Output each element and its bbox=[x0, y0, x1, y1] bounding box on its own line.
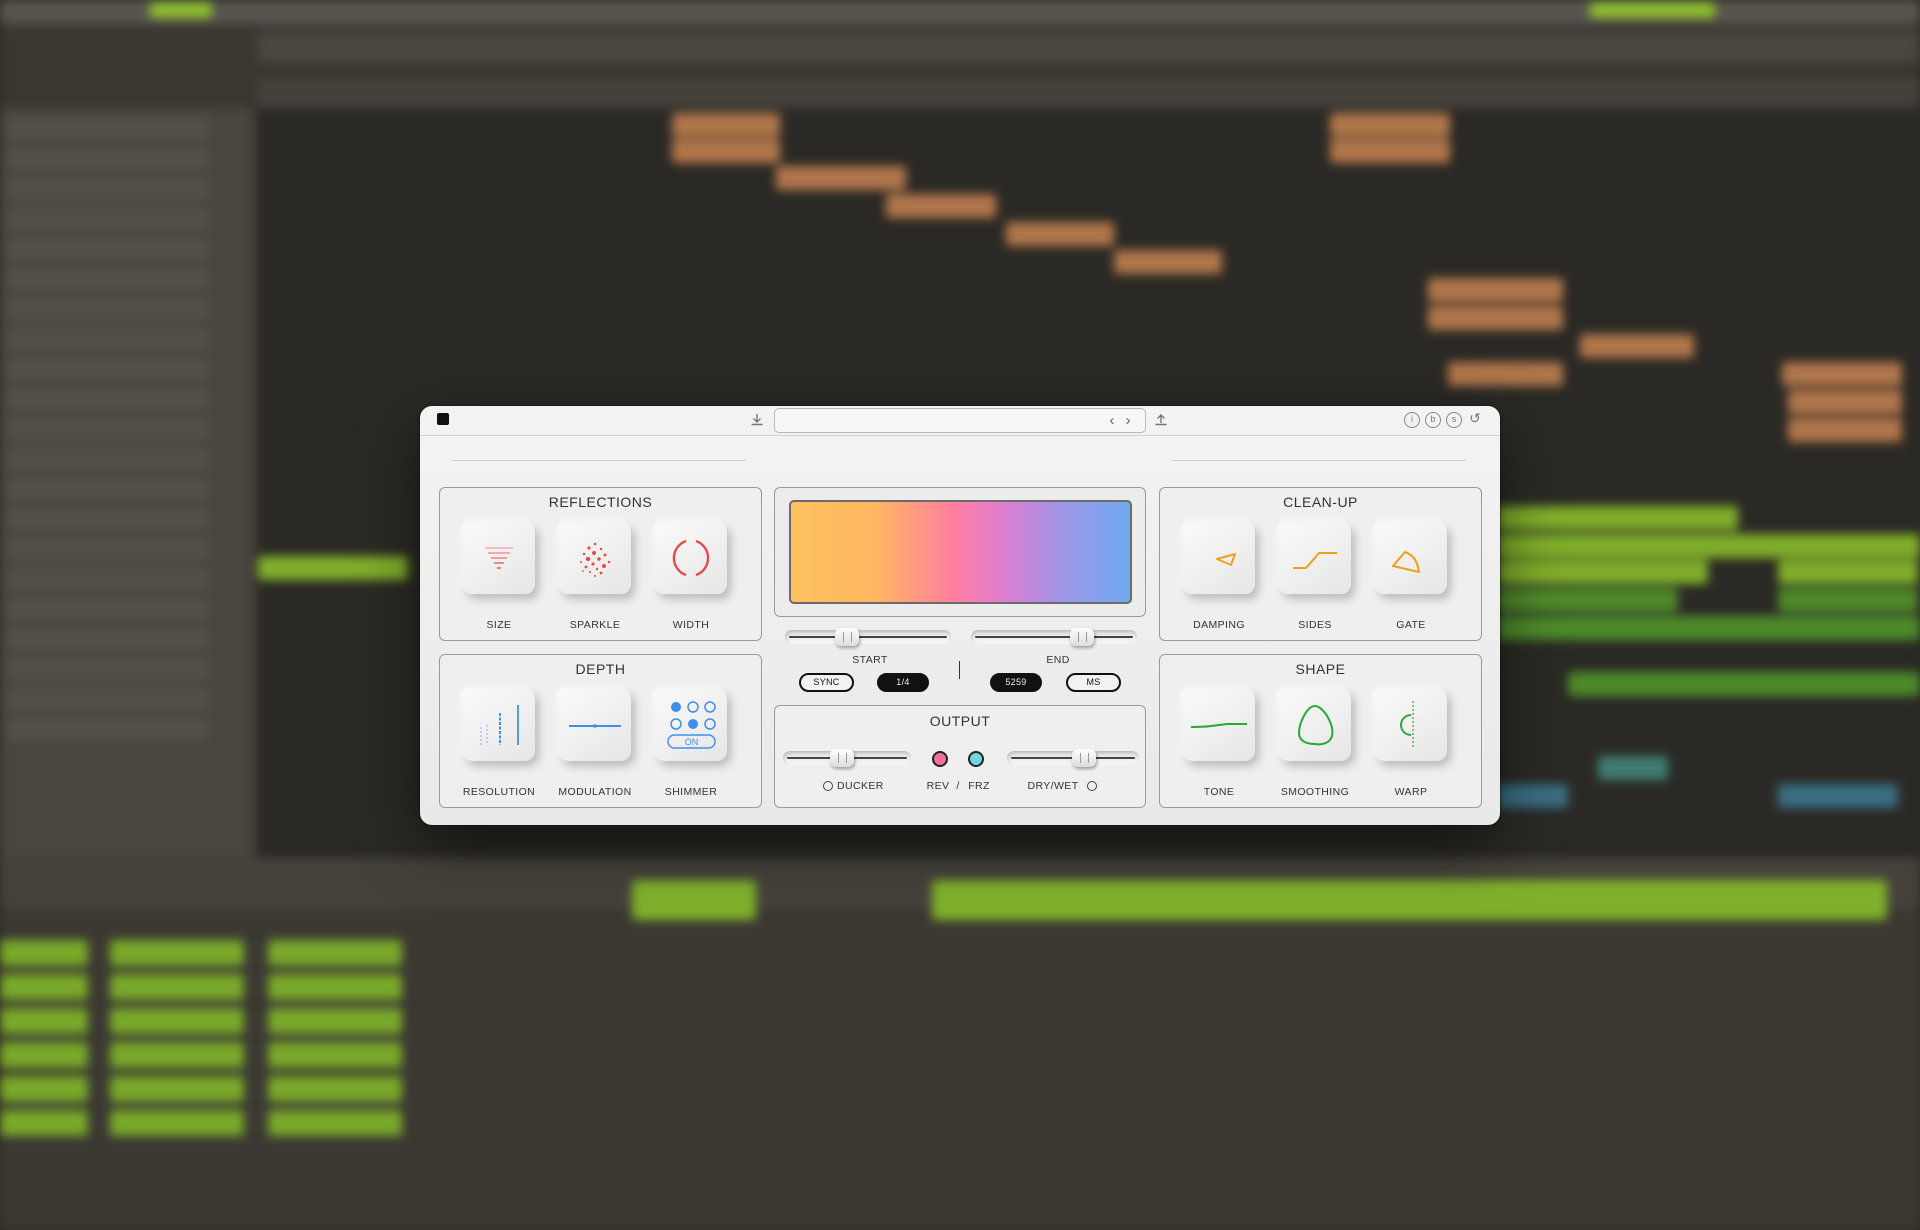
end-slider[interactable] bbox=[971, 627, 1137, 647]
size-label: SIZE bbox=[486, 619, 512, 631]
resolution-icon bbox=[480, 705, 519, 745]
output-title: OUTPUT bbox=[929, 713, 991, 729]
save-icon[interactable]: s bbox=[1446, 412, 1462, 428]
preset-name-field[interactable]: ‹ › bbox=[774, 408, 1146, 433]
resolution-label: RESOLUTION bbox=[462, 786, 536, 798]
tone-button[interactable] bbox=[1183, 689, 1255, 761]
size-icon bbox=[485, 547, 513, 569]
reset-icon[interactable]: ↺ bbox=[1467, 411, 1483, 428]
reflections-title: REFLECTIONS bbox=[548, 494, 653, 510]
upload-icon[interactable] bbox=[1152, 411, 1170, 429]
division-selector[interactable]: 1/4 bbox=[877, 673, 929, 692]
plugin-title-bar: ‹ › i b s ↺ bbox=[420, 406, 1500, 436]
cleanup-panel: CLEAN-UP DAMPING SIDES GATE bbox=[1159, 487, 1482, 641]
daw-track-list bbox=[0, 108, 252, 858]
size-button[interactable] bbox=[463, 522, 535, 594]
daw-marker-lane bbox=[258, 78, 1920, 108]
sparkle-button[interactable] bbox=[559, 522, 631, 594]
shape-title: SHAPE bbox=[1295, 661, 1346, 677]
output-panel: OUTPUT DUCKER REV / FRZ DRY/WET bbox=[774, 705, 1146, 808]
width-label: WIDTH bbox=[672, 619, 710, 631]
smoothing-label: SMOOTHING bbox=[1280, 786, 1350, 798]
daw-top-bar bbox=[0, 0, 1920, 24]
rev-indicator-button[interactable] bbox=[932, 751, 948, 767]
sides-label: SIDES bbox=[1298, 619, 1332, 631]
tone-icon bbox=[1190, 723, 1247, 728]
drywet-label: DRY/WET bbox=[1027, 780, 1079, 792]
damping-icon bbox=[1216, 553, 1236, 566]
warp-button[interactable] bbox=[1375, 689, 1447, 761]
warp-icon bbox=[1400, 701, 1414, 747]
right-divider-line bbox=[1172, 460, 1466, 461]
warp-label: WARP bbox=[1394, 786, 1428, 798]
width-icon bbox=[672, 539, 710, 577]
sparkle-icon bbox=[580, 542, 611, 577]
gradient-visualizer bbox=[789, 500, 1132, 604]
shimmer-on-badge: ON bbox=[684, 737, 699, 747]
depth-title: DEPTH bbox=[575, 661, 626, 677]
resolution-button[interactable] bbox=[463, 689, 535, 761]
visualizer-frame bbox=[774, 487, 1146, 617]
slash-label: / bbox=[956, 780, 960, 792]
smoothing-button[interactable] bbox=[1279, 689, 1351, 761]
damping-button[interactable] bbox=[1183, 522, 1255, 594]
reverb-plugin-window: ‹ › i b s ↺ REFLECTIONS SIZE SPARKLE WID… bbox=[420, 406, 1500, 825]
gate-button[interactable] bbox=[1375, 522, 1447, 594]
start-label: START bbox=[852, 654, 888, 666]
ducker-radio[interactable] bbox=[823, 781, 833, 791]
frz-label: FRZ bbox=[968, 780, 990, 792]
sync-toggle[interactable]: SYNC bbox=[799, 673, 854, 692]
daw-mixer-area bbox=[0, 858, 1920, 1230]
info-icon[interactable]: i bbox=[1404, 412, 1420, 428]
modulation-button[interactable] bbox=[559, 689, 631, 761]
cleanup-title: CLEAN-UP bbox=[1283, 494, 1358, 510]
ms-toggle[interactable]: MS bbox=[1066, 673, 1121, 692]
sparkle-label: SPARKLE bbox=[569, 619, 621, 631]
shimmer-label: SHIMMER bbox=[664, 786, 718, 798]
drywet-slider-thumb[interactable] bbox=[1072, 749, 1096, 767]
ducker-label: DUCKER bbox=[837, 780, 884, 792]
shimmer-icon bbox=[667, 701, 716, 749]
ducker-slider[interactable] bbox=[783, 748, 911, 768]
frz-indicator-button[interactable] bbox=[968, 751, 984, 767]
preset-prev-button[interactable]: ‹ bbox=[1105, 411, 1119, 431]
shimmer-button[interactable]: ON bbox=[655, 689, 727, 761]
smoothing-icon bbox=[1297, 704, 1334, 746]
start-slider[interactable] bbox=[785, 627, 951, 647]
start-slider-thumb[interactable] bbox=[835, 628, 859, 646]
bypass-icon[interactable]: b bbox=[1425, 412, 1441, 428]
reflections-panel: REFLECTIONS SIZE SPARKLE WIDTH bbox=[439, 487, 762, 641]
drywet-radio[interactable] bbox=[1087, 781, 1097, 791]
daw-timeline-ruler bbox=[258, 32, 1920, 62]
time-value-field[interactable]: 5259 bbox=[990, 673, 1042, 692]
square-logo-icon bbox=[437, 413, 449, 425]
sides-icon bbox=[1293, 552, 1337, 569]
shape-panel: SHAPE TONE SMOOTHING WARP bbox=[1159, 654, 1482, 808]
ducker-slider-thumb[interactable] bbox=[830, 749, 854, 767]
center-divider bbox=[959, 661, 960, 679]
drywet-slider[interactable] bbox=[1007, 748, 1139, 768]
end-slider-thumb[interactable] bbox=[1070, 628, 1094, 646]
modulation-label: MODULATION bbox=[558, 786, 632, 798]
depth-panel: DEPTH ON RESOLUTION MODULATION SHIMMER bbox=[439, 654, 762, 808]
modulation-icon bbox=[569, 724, 621, 728]
damping-label: DAMPING bbox=[1193, 619, 1245, 631]
sides-button[interactable] bbox=[1279, 522, 1351, 594]
download-icon[interactable] bbox=[748, 411, 766, 429]
gate-icon bbox=[1392, 551, 1420, 573]
left-divider-line bbox=[452, 460, 746, 461]
rev-label: REV bbox=[926, 780, 950, 792]
gate-label: GATE bbox=[1396, 619, 1426, 631]
end-label: END bbox=[1046, 654, 1070, 666]
preset-next-button[interactable]: › bbox=[1121, 411, 1135, 431]
width-button[interactable] bbox=[655, 522, 727, 594]
tone-label: TONE bbox=[1203, 786, 1235, 798]
